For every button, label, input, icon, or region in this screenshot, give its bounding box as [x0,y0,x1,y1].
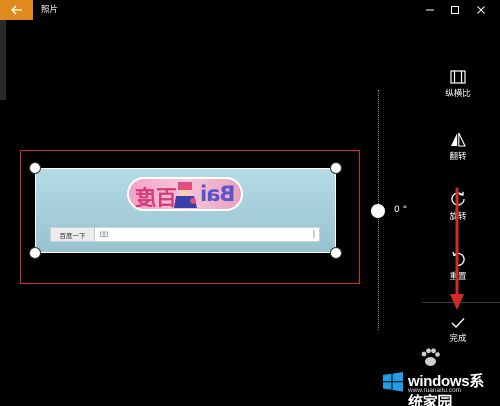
watermark-url-text: www.ruanaitu.com [408,387,462,394]
crop-frame[interactable] [35,168,336,253]
rotation-knob[interactable] [371,204,385,218]
close-button[interactable] [468,0,494,20]
crop-handle-bottom-left[interactable] [29,247,41,259]
flip-label: 翻转 [449,152,467,162]
background-window-edge [0,20,6,100]
close-icon [477,6,485,14]
crop-handle-top-left[interactable] [29,162,41,174]
checkmark-icon [451,318,465,329]
minimize-button[interactable] [417,0,443,20]
minimize-icon [426,9,434,11]
aspect-ratio-label: 纵横比 [445,89,471,99]
maximize-button[interactable] [442,0,468,20]
crop-handle-top-right[interactable] [330,162,342,174]
window-title: 照片 [41,5,59,15]
watermark-brand: windows系统家园 www.ruanaitu.com [380,363,498,406]
flip-button[interactable]: 翻转 [431,132,485,162]
done-button[interactable]: 完成 [431,317,485,344]
rotation-value: 0 ° [394,205,408,215]
title-bar: 照片 [0,0,500,20]
back-arrow-icon [10,5,22,15]
aspect-ratio-button[interactable]: 纵横比 [431,70,485,99]
crop-handle-bottom-right[interactable] [330,247,342,259]
windows-logo-icon [383,372,403,392]
aspect-ratio-icon [450,70,466,84]
back-button[interactable] [0,0,33,20]
done-label: 完成 [449,334,467,344]
flip-icon [451,132,466,147]
annotation-arrow-icon [450,188,464,310]
maximize-icon [451,6,459,14]
